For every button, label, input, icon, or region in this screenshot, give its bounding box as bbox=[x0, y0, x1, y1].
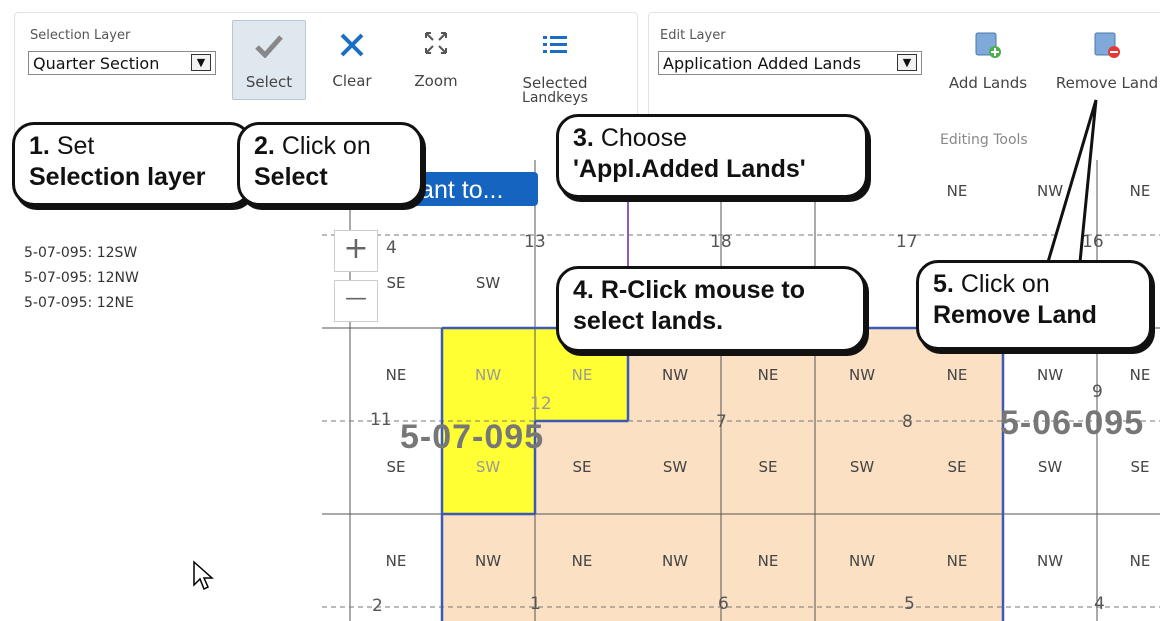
selected-landkeys-list: 5-07-095: 12SW 5-07-095: 12NW 5-07-095: … bbox=[0, 215, 322, 621]
quarter-label: SE bbox=[758, 458, 778, 476]
add-lands-label: Add Lands bbox=[948, 74, 1028, 92]
select-button-label: Select bbox=[245, 73, 293, 91]
quarter-label: SE bbox=[947, 458, 967, 476]
expand-icon bbox=[404, 26, 468, 60]
callout-step-1: 1. Set Selection layer bbox=[12, 122, 252, 206]
quarter-label: SW bbox=[1037, 458, 1063, 476]
quarter-label: SW bbox=[475, 458, 501, 476]
quarter-label: NW bbox=[1036, 366, 1064, 384]
quarter-label: NE bbox=[946, 552, 968, 570]
quarter-label: NE bbox=[571, 366, 593, 384]
quarter-label: NE bbox=[757, 552, 779, 570]
section-number: 7 bbox=[716, 412, 727, 432]
add-layer-icon bbox=[942, 28, 1034, 62]
selection-layer-value: Quarter Section bbox=[33, 54, 160, 73]
mouse-cursor-icon bbox=[192, 560, 214, 596]
callout-step-3: 3. Choose 'Appl.Added Lands' bbox=[556, 114, 868, 198]
list-icon bbox=[512, 28, 598, 62]
callout-step-2: 2. Click on Select bbox=[237, 122, 423, 206]
callout-step-5: 5. Click on Remove Land bbox=[916, 260, 1152, 350]
quarter-label: NE bbox=[946, 366, 968, 384]
quarter-label: NE bbox=[946, 182, 968, 200]
remove-layer-icon bbox=[1052, 28, 1160, 62]
editing-tools-label: Editing Tools bbox=[940, 132, 1028, 148]
quarter-label: NW bbox=[661, 366, 689, 384]
quarter-label: NE bbox=[571, 552, 593, 570]
clear-button-label: Clear bbox=[332, 72, 372, 90]
quarter-label: SE bbox=[572, 458, 592, 476]
callout-step-4: 4. R-Click mouse to select lands. bbox=[556, 266, 866, 352]
quarter-label: NW bbox=[848, 552, 876, 570]
section-number: 2 bbox=[372, 596, 383, 616]
quarter-label: NW bbox=[661, 552, 689, 570]
quarter-label: NE bbox=[385, 552, 407, 570]
section-number: 16 bbox=[1082, 232, 1104, 252]
quarter-label: NE bbox=[1129, 182, 1151, 200]
edit-layer-value: Application Added Lands bbox=[663, 54, 861, 73]
map-view[interactable]: + — NE NW NE 4 13 18 17 16 SE SW NE NW N… bbox=[322, 160, 1160, 621]
clear-button[interactable]: Clear bbox=[322, 28, 382, 90]
section-number: 11 bbox=[370, 410, 392, 430]
edit-layer-label: Edit Layer bbox=[660, 28, 726, 43]
zoom-button-label: Zoom bbox=[414, 72, 458, 90]
quarter-label: NE bbox=[1129, 552, 1151, 570]
section-number: 4 bbox=[386, 238, 397, 258]
section-number: 1 bbox=[530, 594, 541, 614]
quarter-label: SE bbox=[1130, 458, 1150, 476]
section-number: 8 bbox=[902, 412, 913, 432]
section-number: 13 bbox=[524, 232, 546, 252]
close-icon bbox=[322, 28, 382, 62]
chevron-down-icon: ▼ bbox=[191, 54, 211, 71]
list-item[interactable]: 5-07-095: 12NE bbox=[24, 295, 134, 311]
section-number: 9 bbox=[1092, 382, 1103, 402]
quarter-label: SW bbox=[662, 458, 688, 476]
township-label: 5-07-095 bbox=[400, 418, 545, 456]
quarter-label: NW bbox=[1036, 182, 1064, 200]
quarter-label: NE bbox=[385, 366, 407, 384]
checkmark-icon bbox=[233, 29, 305, 63]
zoom-button[interactable]: Zoom bbox=[404, 26, 468, 90]
selection-layer-select[interactable]: Quarter Section ▼ bbox=[28, 51, 216, 75]
section-number: 6 bbox=[718, 594, 729, 614]
remove-land-button[interactable]: Remove Land bbox=[1052, 28, 1160, 92]
quarter-label: NE bbox=[757, 366, 779, 384]
quarter-label: NE bbox=[1129, 366, 1151, 384]
township-label: 5-06-095 bbox=[1000, 404, 1145, 442]
list-item[interactable]: 5-07-095: 12SW bbox=[24, 245, 137, 261]
quarter-label: NW bbox=[474, 366, 502, 384]
edit-layer-select[interactable]: Application Added Lands ▼ bbox=[658, 51, 922, 75]
chevron-down-icon: ▼ bbox=[897, 54, 917, 71]
quarter-label: SW bbox=[849, 458, 875, 476]
section-number: 4 bbox=[1094, 594, 1105, 614]
add-lands-button[interactable]: Add Lands bbox=[942, 28, 1034, 92]
quarter-label: SE bbox=[386, 274, 406, 292]
remove-land-label: Remove Land bbox=[1055, 74, 1159, 92]
list-item[interactable]: 5-07-095: 12NW bbox=[24, 270, 139, 286]
quarter-label: NW bbox=[848, 366, 876, 384]
section-number: 12 bbox=[530, 394, 552, 414]
selected-landkeys-label-2: Landkeys bbox=[522, 90, 588, 106]
quarter-label: NW bbox=[1036, 552, 1064, 570]
quarter-label: SW bbox=[475, 274, 501, 292]
selected-landkeys-button[interactable]: Selected Landkeys bbox=[512, 28, 598, 106]
quarter-label: NW bbox=[474, 552, 502, 570]
section-number: 18 bbox=[710, 232, 732, 252]
section-number: 5 bbox=[904, 594, 915, 614]
select-button[interactable]: Select bbox=[232, 20, 306, 100]
section-number: 17 bbox=[896, 232, 918, 252]
quarter-label: SE bbox=[386, 458, 406, 476]
zoom-in-button[interactable]: + bbox=[334, 230, 378, 272]
selection-layer-label: Selection Layer bbox=[30, 28, 131, 43]
